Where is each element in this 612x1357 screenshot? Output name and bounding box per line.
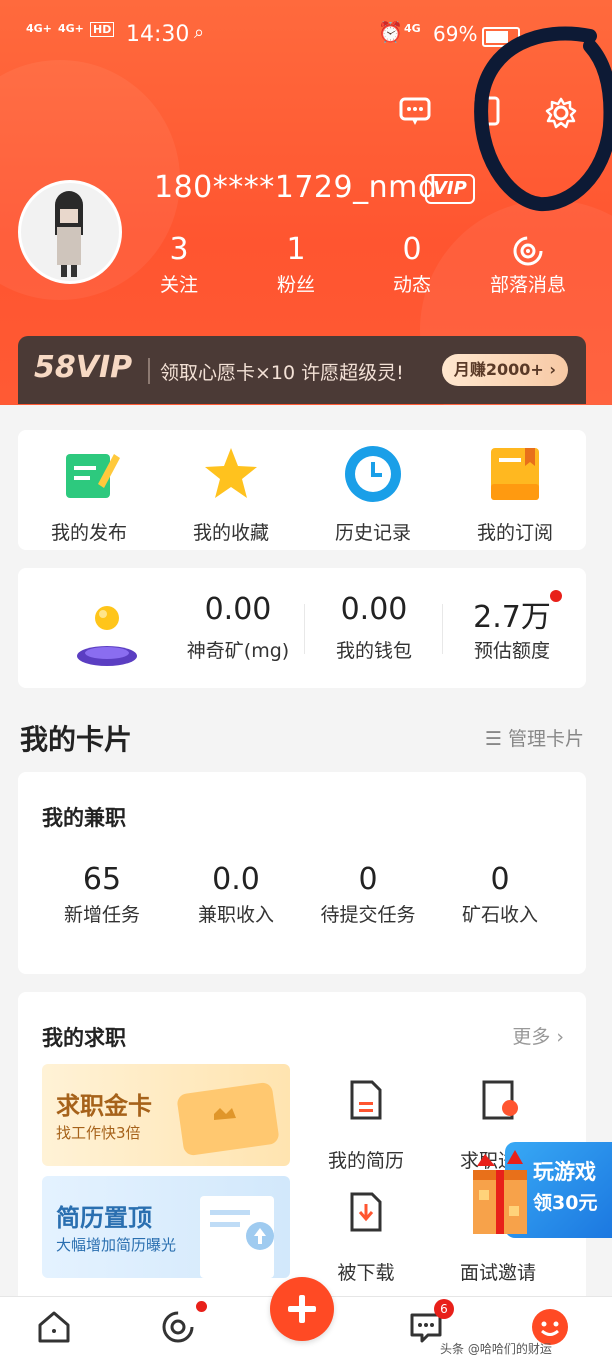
- stat-posts[interactable]: 0 动态: [357, 230, 467, 300]
- signal-indicator: 4G+: [26, 22, 52, 35]
- stat-value: 3: [169, 232, 189, 267]
- promo-subtitle: 大幅增加简历曝光: [56, 1236, 177, 1254]
- nav-home[interactable]: [14, 1297, 94, 1357]
- stat-following[interactable]: 3 关注: [124, 230, 234, 300]
- play-game-float-banner[interactable]: 玩游戏 领30元: [465, 1136, 612, 1244]
- magic-mine-icon[interactable]: [74, 598, 140, 668]
- resume-top-icon: [200, 1196, 274, 1278]
- stat-value: 0: [402, 232, 422, 267]
- part-time-stat-new-tasks[interactable]: 65 新增任务: [36, 860, 168, 930]
- stat-value: 0: [490, 862, 510, 897]
- stat-value: 0.0: [212, 862, 260, 897]
- resume-top-promo[interactable]: 简历置顶 大幅增加简历曝光: [42, 1176, 290, 1278]
- avatar[interactable]: [18, 180, 122, 284]
- part-time-title: 我的兼职: [42, 806, 126, 830]
- promo-subtitle: 找工作快3倍: [56, 1124, 141, 1142]
- stat-value: 0: [358, 862, 378, 897]
- item-label: 被下载: [337, 1262, 395, 1284]
- watermark-text: 头条 @哈哈们的财运: [440, 1342, 552, 1356]
- vip-tag[interactable]: VIP: [425, 174, 475, 204]
- subscription-icon: [491, 448, 539, 500]
- my-cards-title: 我的卡片: [20, 723, 133, 756]
- quick-item-label: 我的订阅: [476, 522, 553, 544]
- magic-mine-value: 0.00: [204, 592, 272, 627]
- stat-label: 待提交任务: [320, 904, 416, 926]
- tribe-icon: [473, 230, 583, 270]
- stat-label: 关注: [159, 274, 198, 296]
- wallet-value: 0.00: [340, 592, 408, 627]
- service-icon[interactable]: [398, 94, 432, 136]
- quick-item-label: 我的收藏: [192, 522, 269, 544]
- stat-value: 1: [286, 232, 306, 267]
- vip-banner-text: 领取心愿卡×10 许愿超级灵!: [160, 362, 404, 384]
- plus-icon: [288, 1295, 316, 1323]
- tribe-icon: [162, 1311, 194, 1343]
- promo-title: 求职金卡: [56, 1092, 152, 1120]
- manage-cards-button[interactable]: ☰ 管理卡片: [485, 724, 584, 751]
- resume-icon: [350, 1080, 382, 1120]
- game-banner-line2: 领30元: [533, 1192, 598, 1214]
- gift-box-icon: [473, 1150, 527, 1234]
- earn-pill-button[interactable]: 月赚2000+ ›: [441, 354, 568, 386]
- gold-card-icon: [177, 1082, 279, 1156]
- message-count-badge: 6: [434, 1299, 454, 1319]
- divider: [148, 358, 150, 384]
- hd-indicator: HD: [90, 22, 115, 37]
- notification-dot: [196, 1301, 207, 1312]
- network-indicator: 4G: [404, 22, 421, 35]
- part-time-stat-pending[interactable]: 0 待提交任务: [302, 860, 434, 930]
- estimated-quota-label[interactable]: 预估额度: [442, 636, 582, 663]
- quick-item-label: 我的发布: [50, 522, 127, 544]
- finance-card: 0.00 神奇矿(mg) 0.00 我的钱包 2.7万 预估额度: [18, 568, 586, 688]
- publish-plus-button[interactable]: [270, 1277, 334, 1341]
- stat-label: 粉丝: [276, 274, 315, 296]
- username: 180****1729_nmd: [154, 170, 438, 205]
- part-time-stat-income[interactable]: 0.0 兼职收入: [170, 860, 302, 930]
- stat-followers[interactable]: 1 粉丝: [241, 230, 351, 300]
- item-label: 我的简历: [327, 1150, 404, 1172]
- promo-title: 简历置顶: [56, 1204, 152, 1232]
- clock-icon: [345, 446, 401, 502]
- search-status-icon: ⌕: [194, 22, 205, 43]
- publish-icon: [66, 454, 120, 498]
- stat-label: 动态: [392, 274, 431, 296]
- vip-banner[interactable]: 58VIP 领取心愿卡×10 许愿超级灵! 月赚2000+ ›: [18, 336, 586, 404]
- stat-label: 兼职收入: [197, 904, 274, 926]
- game-banner-line1: 玩游戏: [533, 1160, 596, 1184]
- alarm-icon: ⏰: [378, 20, 403, 44]
- notification-dot: [550, 590, 562, 602]
- home-icon: [38, 1311, 70, 1343]
- stat-label: 部落消息: [489, 274, 566, 296]
- download-icon: [350, 1192, 382, 1232]
- job-search-title: 我的求职: [42, 1026, 126, 1050]
- gold-card-promo[interactable]: 求职金卡 找工作快3倍: [42, 1064, 290, 1166]
- stat-label: 新增任务: [63, 904, 140, 926]
- nav-tribe[interactable]: [138, 1297, 218, 1357]
- star-icon: [205, 448, 257, 498]
- wallet-label[interactable]: 我的钱包: [304, 636, 444, 663]
- status-time: 14:30: [126, 22, 190, 47]
- stat-value: 65: [82, 862, 122, 897]
- profile-header: 4G+ 4G+ HD 14:30 ⌕ ⏰ 4G 69% 180****1729_…: [0, 0, 612, 405]
- part-time-stat-ore-income[interactable]: 0 矿石收入: [434, 860, 566, 930]
- stat-tribe-messages[interactable]: 部落消息: [473, 230, 583, 300]
- progress-icon: [482, 1080, 518, 1120]
- magic-mine-label[interactable]: 神奇矿(mg): [158, 636, 318, 663]
- vip-logo: 58VIP: [34, 350, 133, 385]
- item-label: 面试邀请: [459, 1262, 536, 1284]
- quick-item-label: 历史记录: [334, 522, 411, 544]
- quick-actions-card: 我的发布 我的收藏 历史记录 我的订阅: [18, 430, 586, 550]
- more-link[interactable]: 更多 ›: [512, 1022, 564, 1049]
- hand-drawn-circle-mark: [474, 26, 612, 212]
- stat-label: 矿石收入: [461, 904, 538, 926]
- signal-indicator: 4G+: [58, 22, 84, 35]
- part-time-card: 我的兼职 65 新增任务 0.0 兼职收入 0 待提交任务 0 矿石收入: [18, 772, 586, 974]
